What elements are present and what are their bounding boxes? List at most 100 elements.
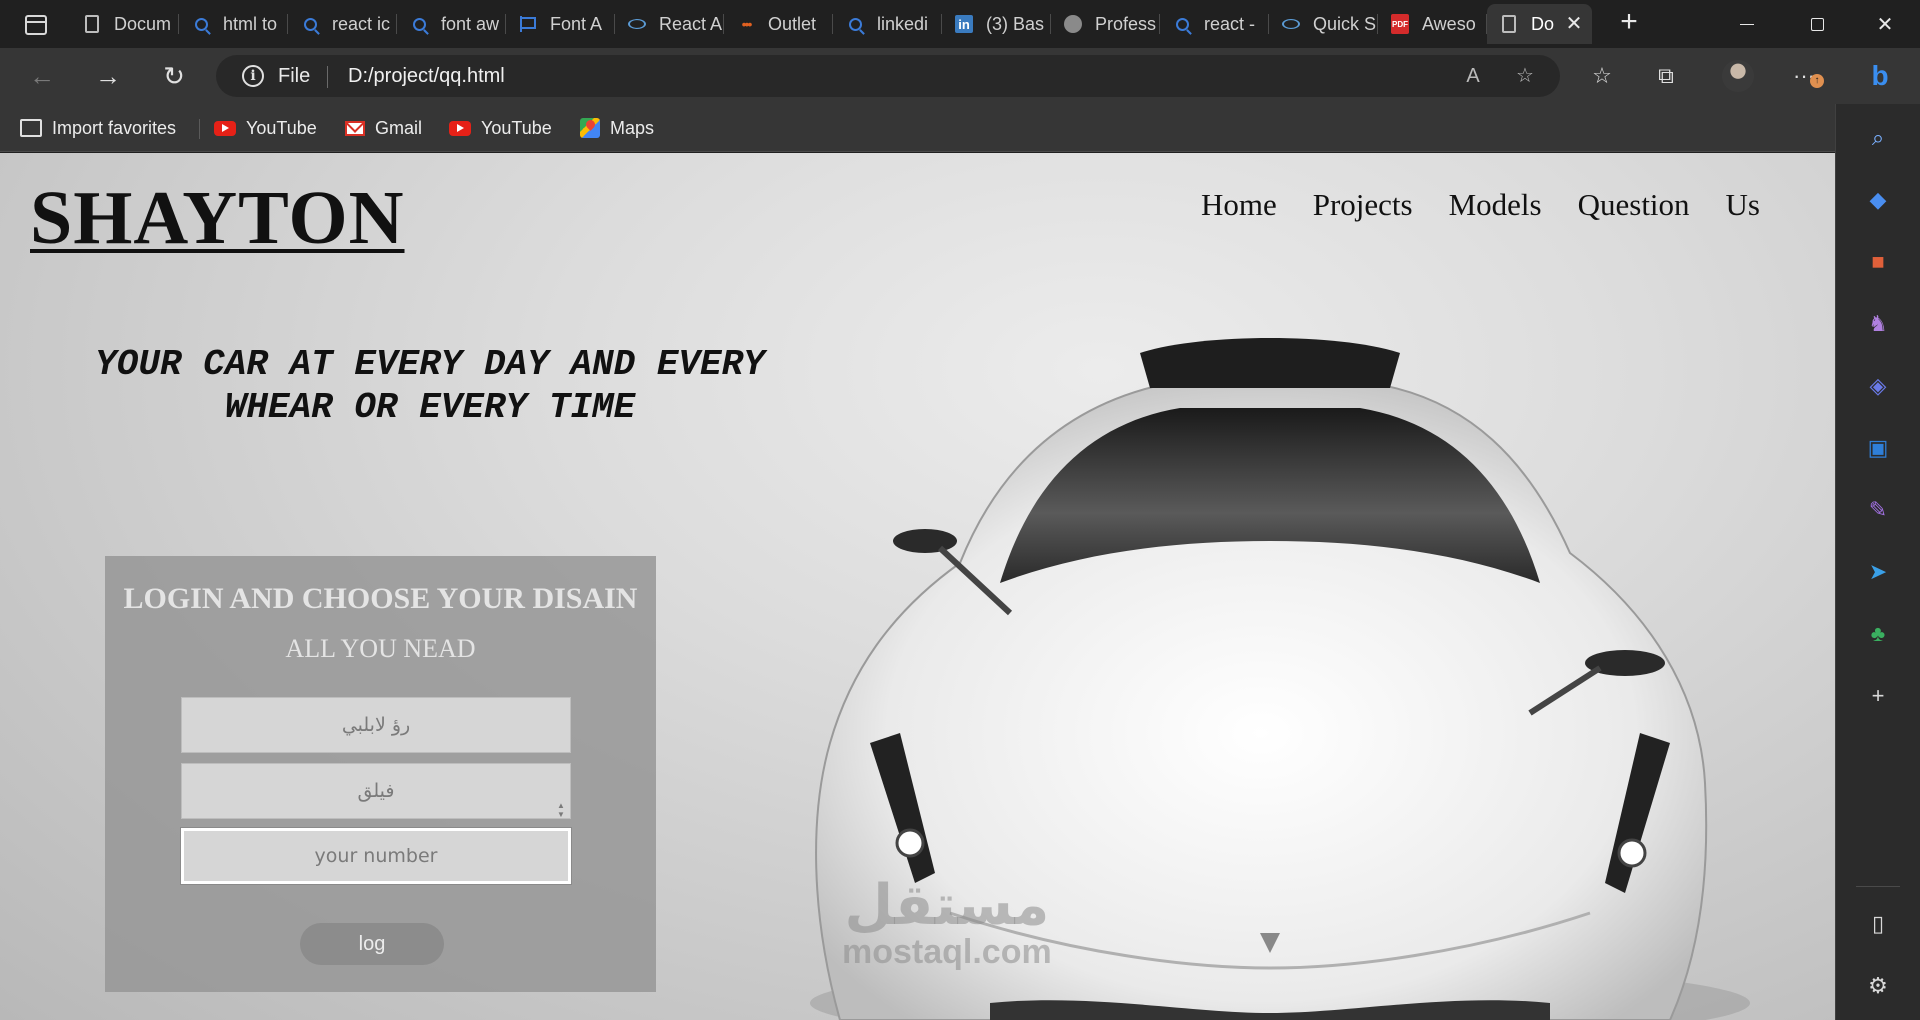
favorite-youtube[interactable]: YouTube — [214, 114, 317, 142]
react-icon — [627, 14, 647, 34]
search-icon[interactable]: ⌕ — [1862, 122, 1894, 154]
tab-title: React A — [659, 13, 723, 34]
site-nav: Home Projects Models Question Us — [1201, 187, 1760, 223]
gmail-icon — [345, 120, 365, 136]
tab-title: font aw — [441, 13, 500, 34]
back-button[interactable]: ← — [22, 58, 62, 94]
browser-tab[interactable]: ••• Outlet — [724, 4, 833, 44]
refresh-button[interactable]: ↻ — [154, 58, 194, 94]
browser-tab[interactable]: linkedi — [833, 4, 942, 44]
page-viewport: SHAYTON Home Projects Models Question Us… — [0, 153, 1835, 1020]
restore-button[interactable] — [1782, 4, 1852, 44]
favorite-youtube-2[interactable]: YouTube — [449, 114, 552, 142]
tab-title: Do — [1531, 13, 1555, 34]
tab-title: linkedi — [877, 13, 929, 34]
url-scheme: File — [278, 65, 311, 87]
settings-icon[interactable]: ⚙ — [1862, 970, 1894, 1002]
linkedin-icon: in — [954, 14, 974, 34]
close-window-button[interactable]: ✕ — [1850, 4, 1920, 44]
edge-sidebar: ⌕ ◆ ■ ♞ ◈ ▣ ✎ ➤ ♣ + ▯ ⚙ — [1835, 104, 1920, 1020]
browser-tab[interactable]: Quick S — [1269, 4, 1378, 44]
tab-title: html to — [223, 13, 278, 34]
nav-home[interactable]: Home — [1201, 187, 1277, 223]
address-bar[interactable]: i File D:/project/qq.html A ☆ — [216, 55, 1560, 97]
tag-icon[interactable]: ◆ — [1862, 184, 1894, 216]
nav-question[interactable]: Question — [1578, 187, 1690, 223]
favorite-gmail[interactable]: Gmail — [345, 114, 422, 142]
nav-us[interactable]: Us — [1726, 187, 1760, 223]
favorite-label: Maps — [610, 117, 655, 138]
browser-tab[interactable]: Docum — [70, 4, 179, 44]
browser-tab[interactable]: in (3) Bas — [942, 4, 1051, 44]
favorites-icon[interactable]: ☆ — [1586, 60, 1618, 92]
login-subtitle: ALL YOU NEAD — [285, 634, 476, 663]
outlook-icon[interactable]: ▣ — [1862, 432, 1894, 464]
browser-tab[interactable]: Do ✕ — [1487, 4, 1592, 44]
browser-tab[interactable]: react ic — [288, 4, 397, 44]
collections-icon[interactable]: ⧉ — [1650, 60, 1682, 92]
flag-icon — [518, 14, 538, 34]
bing-icon[interactable]: b — [1860, 56, 1900, 96]
favorite-label: YouTube — [246, 117, 317, 138]
search-icon — [409, 14, 429, 34]
browser-tab[interactable]: PDF Aweso — [1378, 4, 1487, 44]
chess-icon[interactable]: ♞ — [1862, 308, 1894, 340]
browser-tab[interactable]: font aw — [397, 4, 506, 44]
tab-title: (3) Bas — [986, 13, 1045, 34]
arrow-right-icon: → — [95, 60, 121, 91]
number-input[interactable] — [180, 827, 572, 885]
document-icon — [1499, 14, 1519, 34]
login-panel: LOGIN AND CHOOSE YOUR DISAIN ALL YOU NEA… — [105, 556, 656, 992]
tab-actions-icon — [25, 15, 47, 35]
tree-icon[interactable]: ♣ — [1862, 618, 1894, 650]
site-info-icon[interactable]: i — [242, 65, 264, 87]
youtube-icon — [214, 120, 236, 136]
import-icon — [20, 119, 42, 137]
toolbox-icon[interactable]: ■ — [1862, 246, 1894, 278]
tab-title: react ic — [332, 13, 391, 34]
address-divider — [327, 66, 328, 88]
browser-tab[interactable]: html to — [179, 4, 288, 44]
watermark: مستقل mostaql.com — [842, 878, 1052, 971]
avatar[interactable] — [1722, 60, 1754, 92]
restore-icon — [1810, 17, 1824, 31]
browser-tab[interactable]: react - — [1160, 4, 1269, 44]
favorite-import[interactable]: Import favorites — [20, 114, 176, 142]
nav-models[interactable]: Models — [1449, 187, 1542, 223]
name-input[interactable] — [181, 697, 571, 753]
split-icon[interactable]: ▯ — [1862, 908, 1894, 940]
tab-title: Aweso — [1422, 13, 1476, 34]
nav-projects[interactable]: Projects — [1313, 187, 1413, 223]
react-icon — [1281, 14, 1301, 34]
favorite-maps[interactable]: Maps — [580, 114, 654, 142]
arrow-left-icon: ← — [29, 60, 55, 91]
number-spinner[interactable]: ▲ ▼ — [556, 801, 566, 821]
watermark-latin: mostaql.com — [842, 933, 1052, 971]
password-input[interactable] — [181, 763, 571, 819]
circle-icon — [1063, 14, 1083, 34]
add-favorite-icon[interactable]: ☆ — [1512, 63, 1538, 89]
login-title: LOGIN AND CHOOSE YOUR DISAIN — [123, 582, 638, 615]
add-icon[interactable]: + — [1862, 680, 1894, 712]
edit-icon[interactable]: ✎ — [1862, 494, 1894, 526]
hero-tagline: YOUR CAR AT EVERY DAY AND EVERY WHEAR OR… — [95, 344, 765, 428]
copilot-icon[interactable]: ◈ — [1862, 370, 1894, 402]
browser-tab[interactable]: React A — [615, 4, 724, 44]
document-icon — [82, 14, 102, 34]
close-tab-icon[interactable]: ✕ — [1564, 14, 1584, 34]
forward-button[interactable]: → — [88, 58, 128, 94]
browser-tab[interactable]: Profess — [1051, 4, 1160, 44]
url-text[interactable]: D:/project/qq.html — [348, 65, 505, 88]
send-icon[interactable]: ➤ — [1862, 556, 1894, 588]
tab-title: Font A — [550, 13, 603, 34]
new-tab-button[interactable]: + — [1614, 7, 1644, 38]
tab-actions-button[interactable] — [14, 10, 58, 40]
youtube-icon — [449, 120, 471, 136]
browser-tab[interactable]: Font A — [506, 4, 615, 44]
login-button[interactable]: log — [300, 923, 444, 965]
site-logo[interactable]: SHAYTON — [30, 175, 405, 262]
maps-icon — [580, 118, 600, 138]
read-aloud-icon[interactable]: A — [1460, 63, 1486, 89]
address-toolbar: ← → ↻ i File D:/project/qq.html A ☆ ☆ ⧉ … — [0, 48, 1920, 104]
minimize-button[interactable] — [1712, 4, 1782, 44]
